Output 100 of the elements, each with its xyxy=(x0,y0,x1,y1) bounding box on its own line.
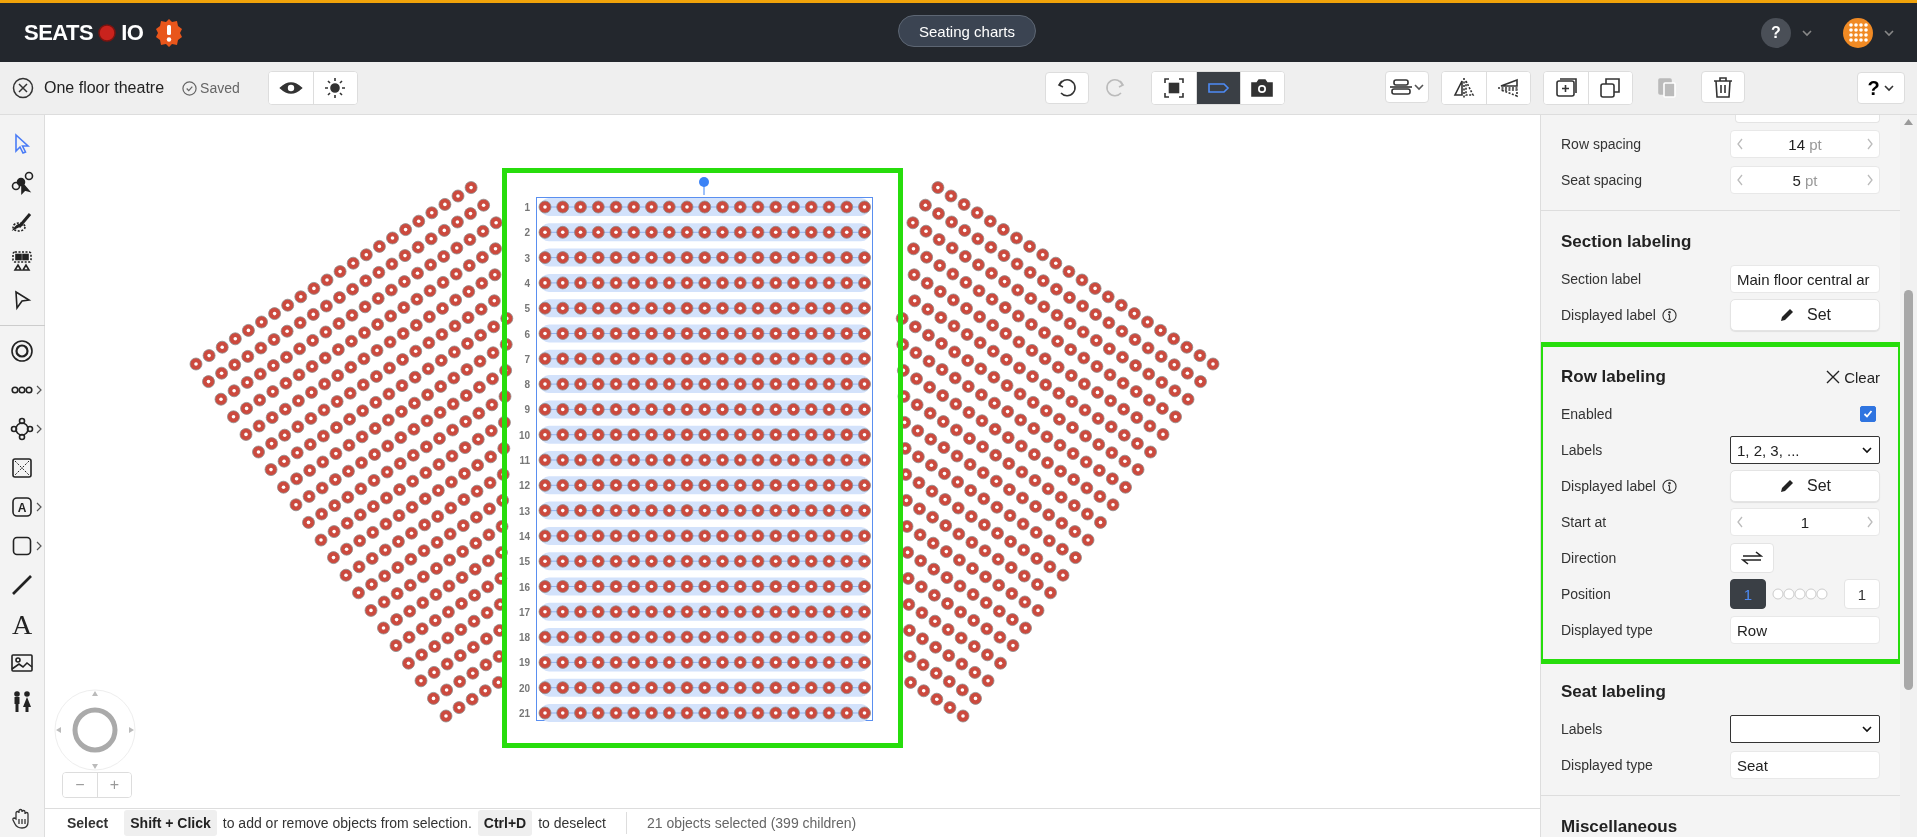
row-label: 20 xyxy=(518,682,530,694)
flip-icon xyxy=(1451,76,1476,100)
chevron-down-icon xyxy=(1861,444,1873,456)
field-label: Displayed label xyxy=(1561,307,1656,323)
chevron-left-icon xyxy=(1735,173,1745,187)
align-button[interactable] xyxy=(1384,71,1429,103)
text-label-icon: A xyxy=(10,495,34,519)
shortcut-key: Shift + Click xyxy=(124,810,217,836)
circle-icon xyxy=(10,339,34,363)
dropdown[interactable]: 1, 2, 3, ... xyxy=(1730,436,1880,464)
duplicate-icon xyxy=(1553,76,1578,100)
row-label: 15 xyxy=(518,556,530,568)
label-button[interactable] xyxy=(1195,72,1240,104)
field-label: Enabled xyxy=(1561,406,1613,422)
text-field[interactable]: Seat xyxy=(1730,751,1880,779)
row-label: 16 xyxy=(518,581,530,593)
dropdown[interactable] xyxy=(1730,715,1880,743)
copy-icon xyxy=(1598,76,1623,100)
chevron-left-icon xyxy=(1735,515,1745,529)
field-label: Displayed type xyxy=(1561,622,1653,638)
undo-button[interactable] xyxy=(1044,72,1089,104)
seat-select-icon xyxy=(10,249,34,273)
brush-icon xyxy=(10,210,34,234)
text-label-tool[interactable]: A xyxy=(1,491,43,523)
field-label: Displayed type xyxy=(1561,757,1653,773)
section-title: Miscellaneous xyxy=(1561,817,1678,837)
round-table-icon xyxy=(10,417,34,441)
section-title: Row labeling xyxy=(1561,367,1666,387)
hint-text: to add or remove objects from selection. xyxy=(222,815,472,831)
row-label: 1 xyxy=(524,202,530,213)
pencil-icon xyxy=(1779,307,1795,323)
row-label: 12 xyxy=(518,480,530,492)
direction-button[interactable] xyxy=(1730,543,1774,573)
copy-button[interactable] xyxy=(1587,72,1632,104)
row-label: 5 xyxy=(524,303,530,315)
number-stepper[interactable]: 14 pt xyxy=(1730,130,1880,158)
chevron-left-icon xyxy=(1735,137,1745,151)
row-label: 10 xyxy=(518,429,530,441)
logo-text: IO xyxy=(121,19,144,46)
row-label: 3 xyxy=(524,252,530,264)
field-label: Labels xyxy=(1561,721,1603,737)
position-count[interactable]: 1 xyxy=(1844,579,1880,609)
text-tool[interactable]: A xyxy=(1,608,43,640)
booth-icon xyxy=(10,456,34,480)
avatar-icon[interactable] xyxy=(1843,17,1873,48)
text-field[interactable] xyxy=(1735,115,1880,123)
row-label: 8 xyxy=(524,379,530,391)
sun-icon xyxy=(323,76,348,100)
field-label: Start at xyxy=(1561,514,1607,530)
seating-charts-button[interactable]: Seating charts xyxy=(898,15,1036,47)
theme-button[interactable] xyxy=(312,72,357,104)
seat-dots-icon xyxy=(1772,588,1828,600)
check-icon xyxy=(1863,409,1873,419)
logo-badge-icon xyxy=(154,17,185,48)
camera-icon xyxy=(1250,76,1275,100)
number-stepper[interactable]: 1 xyxy=(1730,508,1880,536)
row-label: 2 xyxy=(524,227,530,239)
field-label: Displayed label xyxy=(1561,478,1656,494)
section-title: Section labeling xyxy=(1561,232,1692,252)
perspective-button[interactable] xyxy=(1485,72,1530,104)
row-label: 19 xyxy=(518,657,530,669)
close-icon xyxy=(1826,370,1841,384)
text-field[interactable]: Main floor central ar xyxy=(1730,265,1880,293)
selection-count: 21 objects selected (399 children) xyxy=(646,815,857,831)
row-label: 11 xyxy=(519,455,530,466)
number-stepper[interactable]: 5 pt xyxy=(1730,166,1880,194)
row-label: 9 xyxy=(524,404,530,416)
check-circle-icon xyxy=(182,80,198,96)
field-label: Seat spacing xyxy=(1561,172,1642,188)
set-button[interactable]: Set xyxy=(1730,470,1880,502)
chevron-down-icon xyxy=(1882,82,1895,94)
text-field[interactable]: Row xyxy=(1730,616,1880,644)
text-icon: A xyxy=(10,611,34,637)
line-icon xyxy=(10,573,34,597)
save-status: Saved xyxy=(200,80,240,96)
clear-button[interactable]: Clear xyxy=(1826,368,1880,386)
checkbox[interactable] xyxy=(1860,406,1876,422)
chart-name: One floor theatre xyxy=(44,79,165,97)
info-icon xyxy=(1661,307,1677,323)
field-label: Row spacing xyxy=(1561,136,1642,152)
delete-button[interactable] xyxy=(1700,71,1745,103)
close-icon[interactable] xyxy=(12,77,34,99)
chevron-right-icon xyxy=(1865,137,1875,151)
rectangle-icon xyxy=(10,534,34,558)
row-label: 18 xyxy=(518,632,530,644)
field-label: Position xyxy=(1561,586,1611,602)
scrollbar-thumb[interactable] xyxy=(1904,290,1913,690)
rotate-handle[interactable] xyxy=(699,177,709,196)
field-label: Labels xyxy=(1561,442,1603,458)
logo-text: SEATS xyxy=(24,19,94,46)
chevron-right-icon xyxy=(1865,515,1875,529)
swap-icon xyxy=(1741,550,1763,566)
help-menu-button[interactable]: ? xyxy=(1857,72,1905,104)
mode-label: Select xyxy=(67,815,109,831)
chevron-down-icon xyxy=(1861,723,1873,735)
field-label: Section label xyxy=(1561,271,1642,287)
help-button[interactable]: ? xyxy=(1761,17,1791,48)
logo-dot-icon xyxy=(98,23,117,42)
snapshot-button[interactable] xyxy=(1239,72,1284,104)
set-button[interactable]: Set xyxy=(1730,299,1880,331)
